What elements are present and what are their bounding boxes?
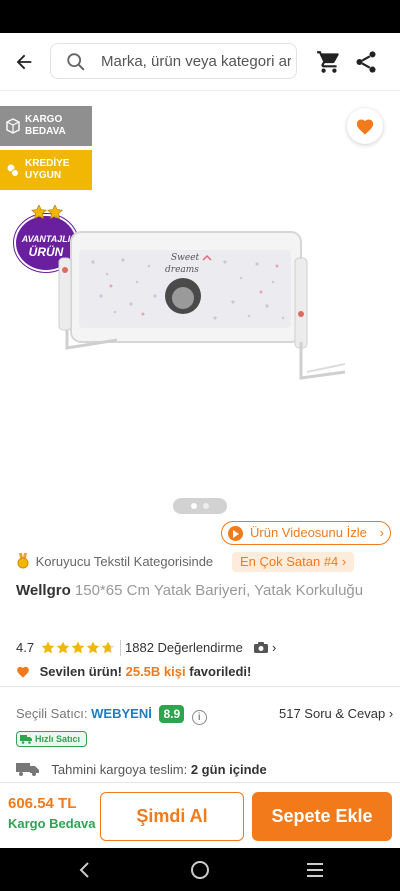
seller-score: 8.9: [159, 705, 185, 723]
heart-icon: [356, 119, 374, 135]
free-cargo-line1: KARGO: [25, 114, 63, 125]
purchase-bar: 606.54 TL Kargo Bedava Şimdi Al Sepete E…: [0, 782, 400, 848]
slide-indicator[interactable]: [173, 498, 227, 514]
review-count: 1882 Değerlendirme: [125, 640, 243, 655]
favorite-prefix: Sevilen ürün!: [39, 664, 122, 679]
best-seller-line: Koruyucu Tekstil Kategorisinde En Çok Sa…: [16, 552, 396, 574]
product-image: Sweet dreams: [58, 231, 346, 380]
slide-dot: [203, 503, 209, 509]
system-nav-bar: [0, 848, 400, 891]
info-icon[interactable]: i: [191, 710, 207, 725]
search-box[interactable]: [50, 43, 297, 79]
status-bar: [0, 0, 400, 33]
seller-label: Seçili Satıcı:: [16, 706, 88, 721]
product-title: Wellgro 150*65 Cm Yatak Bariyeri, Yatak …: [16, 581, 376, 601]
best-seller-label: En Çok Satan #4: [240, 554, 339, 569]
chevron-right-icon: ›: [379, 525, 384, 540]
truck-icon: [20, 735, 32, 744]
rating-score: 4.7: [16, 640, 35, 655]
search-icon: [67, 53, 85, 71]
fast-seller-badge: Hızlı Satıcı: [16, 731, 88, 747]
qa-link[interactable]: 517 Soru & Cevap ›: [279, 704, 393, 724]
chevron-right-icon: ›: [272, 640, 277, 655]
product-gallery[interactable]: KARGO BEDAVA KREDİYE UYGUN AVANTAJLI ÜRÜ…: [0, 92, 400, 545]
seller-row: Seçili Satıcı: WEBYENİ 8.9 i 517 Soru & …: [16, 704, 393, 726]
best-seller-tag[interactable]: En Çok Satan #4 ›: [232, 552, 355, 572]
favorite-button[interactable]: [347, 108, 383, 144]
nav-home-icon[interactable]: [189, 859, 211, 881]
print-line1: Sweet: [171, 253, 200, 263]
nav-menu-icon[interactable]: [304, 859, 326, 881]
cart-icon[interactable]: [316, 49, 342, 75]
divider: [0, 686, 400, 687]
fast-seller-label: Hızlı Satıcı: [35, 734, 81, 744]
heart-icon: [17, 666, 29, 678]
rating-stars-icon: [41, 641, 115, 654]
watch-video-button[interactable]: Ürün Videosunu İzle ›: [221, 521, 391, 545]
favorite-suffix: favoriledi!: [189, 664, 252, 679]
back-arrow-icon: [16, 54, 32, 70]
qa-label: 517 Soru & Cevap: [279, 706, 386, 721]
share-icon[interactable]: [353, 49, 379, 75]
delivery-row: Tahmini kargoya teslim: 2 gün içinde: [16, 761, 386, 781]
add-to-cart-button[interactable]: Sepete Ekle: [252, 792, 392, 841]
search-input[interactable]: [101, 44, 291, 78]
box-icon: [6, 118, 20, 134]
nav-back-icon[interactable]: [74, 859, 96, 881]
coins-icon: [7, 164, 19, 177]
delivery-label: Tahmini kargoya teslim:: [51, 762, 188, 777]
credit-line2: UYGUN: [25, 170, 62, 181]
play-icon: [228, 526, 243, 541]
back-button[interactable]: [8, 46, 40, 78]
print-line2: dreams: [165, 265, 199, 275]
category-text: Koruyucu Tekstil Kategorisinde: [35, 554, 214, 569]
price: 606.54 TL: [8, 795, 77, 812]
free-shipping-label: Kargo Bedava: [8, 816, 96, 831]
buy-now-button[interactable]: Şimdi Al: [100, 792, 244, 841]
delivery-value: 2 gün içinde: [190, 762, 267, 777]
truck-icon: [16, 763, 39, 776]
medal-icon: [17, 553, 29, 569]
camera-icon: [254, 642, 268, 653]
favorite-count: 25.5B kişi: [125, 664, 186, 679]
top-bar: [0, 33, 400, 91]
brand-name[interactable]: Wellgro: [16, 582, 71, 599]
product-name: 150*65 Cm Yatak Bariyeri, Yatak Korkuluğ…: [74, 582, 364, 599]
rating-row[interactable]: 4.7 1882 Değerlendirme ›: [16, 639, 386, 657]
watch-video-label: Ürün Videosunu İzle: [250, 525, 367, 540]
favorite-count-line: Sevilen ürün! 25.5B kişi favoriledi!: [16, 663, 386, 681]
seller-name[interactable]: WEBYENİ: [91, 706, 152, 721]
free-cargo-badge: KARGO BEDAVA: [0, 106, 92, 146]
credit-badge: KREDİYE UYGUN: [0, 150, 92, 190]
rating-separator: [120, 640, 121, 656]
stars-icon: [31, 204, 63, 220]
slide-dot-active: [191, 503, 197, 509]
credit-line1: KREDİYE: [25, 158, 70, 169]
free-cargo-line2: BEDAVA: [25, 126, 66, 137]
